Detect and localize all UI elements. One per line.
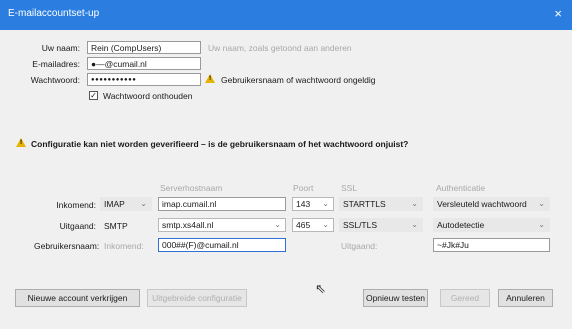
title-bar: E-mailaccountset-up ×	[0, 0, 572, 30]
header-ssl: SSL	[341, 183, 358, 193]
new-account-button[interactable]: Nieuwe account verkrijgen	[15, 289, 140, 307]
checkbox-icon[interactable]: ✓	[89, 91, 98, 100]
outgoing-ssl-select[interactable]: SSL/TLS ⌄	[339, 218, 423, 232]
cancel-button[interactable]: Annuleren	[498, 289, 553, 307]
chevron-down-icon: ⌄	[411, 220, 418, 229]
email-label: E-mailadres:	[32, 59, 80, 69]
incoming-port-value: 143	[296, 199, 311, 209]
header-auth: Authenticatie	[436, 183, 486, 193]
email-input[interactable]: ●—@cumail.nl	[87, 57, 201, 70]
header-hostname: Serverhostnaam	[160, 183, 223, 193]
warning-icon: !	[16, 138, 26, 147]
username-outgoing-label: Uitgaand:	[341, 241, 378, 251]
remember-password-label: Wachtwoord onthouden	[103, 91, 193, 101]
incoming-ssl-select[interactable]: STARTTLS ⌄	[339, 197, 423, 211]
password-label: Wachtwoord:	[30, 75, 80, 85]
chevron-down-icon: ⌄	[322, 199, 329, 208]
incoming-auth-value: Versleuteld wachtwoord	[437, 199, 527, 209]
outgoing-protocol: SMTP	[104, 221, 128, 231]
incoming-label: Inkomend:	[56, 200, 96, 210]
chevron-down-icon: ⌄	[140, 199, 147, 208]
window-title: E-mailaccountset-up	[8, 8, 100, 19]
done-button[interactable]: Gereed	[440, 289, 490, 307]
advanced-config-button[interactable]: Uitgebreide configuratie	[147, 289, 247, 307]
incoming-port-select[interactable]: 143 ⌄	[292, 197, 334, 211]
name-label: Uw naam:	[41, 43, 80, 53]
name-hint: Uw naam, zoals getoond aan anderen	[208, 43, 352, 53]
chevron-down-icon: ⌄	[411, 199, 418, 208]
retest-button[interactable]: Opnieuw testen	[363, 289, 428, 307]
outgoing-port-select[interactable]: 465 ⌄	[292, 218, 334, 232]
outgoing-port-value: 465	[296, 220, 311, 230]
warning-icon: !	[205, 74, 215, 83]
incoming-hostname-input[interactable]: imap.cumail.nl	[158, 197, 286, 211]
chevron-down-icon: ⌄	[538, 199, 545, 208]
incoming-protocol-select[interactable]: IMAP ⌄	[100, 197, 152, 211]
config-warning-text: Configuratie kan niet worden geverifieer…	[31, 139, 409, 149]
incoming-protocol-value: IMAP	[104, 199, 125, 209]
header-port: Poort	[293, 183, 314, 193]
name-input[interactable]: Rein (CompUsers)	[87, 41, 201, 54]
chevron-down-icon: ⌄	[274, 220, 281, 229]
chevron-down-icon: ⌄	[538, 220, 545, 229]
outgoing-username-input[interactable]: ~#Jk#Ju	[433, 238, 550, 252]
close-icon[interactable]: ×	[554, 6, 562, 21]
chevron-down-icon: ⌄	[322, 220, 329, 229]
outgoing-auth-select[interactable]: Autodetectie ⌄	[433, 218, 550, 232]
username-incoming-label: Inkomend:	[104, 241, 144, 251]
incoming-username-input[interactable]: 000##(F)@cumail.nl	[158, 238, 286, 252]
outgoing-label: Uitgaand:	[59, 221, 96, 231]
username-label: Gebruikersnaam:	[34, 241, 100, 251]
incoming-auth-select[interactable]: Versleuteld wachtwoord ⌄	[433, 197, 550, 211]
outgoing-ssl-value: SSL/TLS	[343, 220, 378, 230]
incoming-ssl-value: STARTTLS	[343, 199, 386, 209]
password-warning: Gebruikersnaam of wachtwoord ongeldig	[221, 75, 376, 85]
outgoing-hostname-value: smtp.xs4all.nl	[162, 220, 214, 230]
mouse-cursor: ⇖	[315, 281, 326, 296]
password-input[interactable]: ●●●●●●●●●●●	[87, 73, 201, 86]
outgoing-hostname-select[interactable]: smtp.xs4all.nl ⌄	[158, 218, 286, 232]
outgoing-auth-value: Autodetectie	[437, 220, 485, 230]
